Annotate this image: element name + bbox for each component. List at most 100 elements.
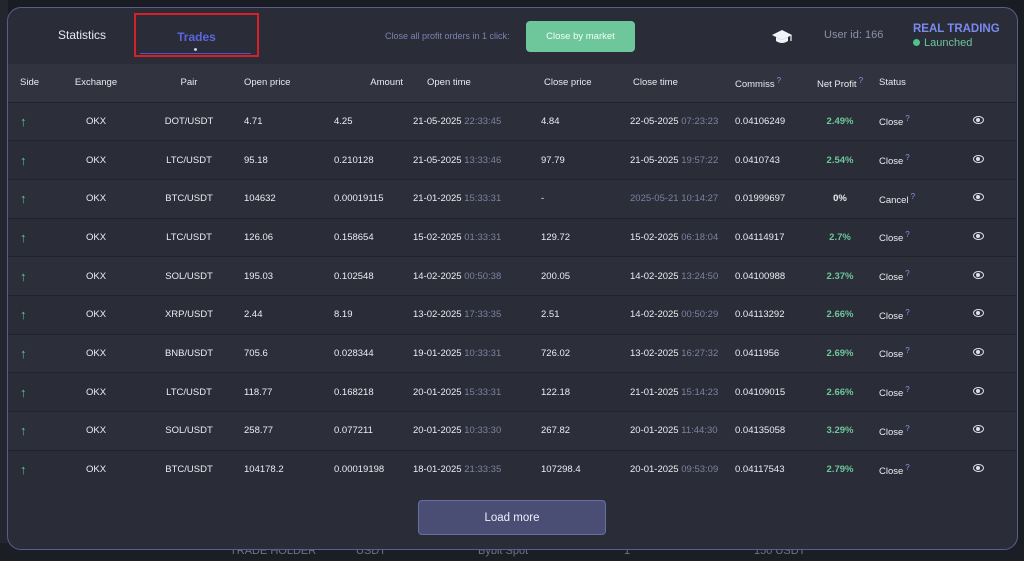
buy-arrow-icon: ↑ (20, 229, 27, 245)
close-all-hint: Close all profit orders in 1 click: (385, 31, 510, 41)
col-status: Status (879, 77, 906, 89)
open-clock: 17:33:35 (464, 309, 502, 321)
help-icon[interactable]: ? (777, 76, 781, 85)
open-date: 18-01-2025 (413, 464, 462, 476)
cell-close-time: 14-02-2025 00:50:29 (630, 295, 735, 334)
cell-exchange: OKX (85, 309, 107, 321)
help-icon[interactable]: ? (905, 308, 909, 317)
open-clock: 15:33:31 (464, 386, 502, 398)
cell-open-price: 195.03 (244, 270, 274, 282)
help-icon[interactable]: ? (911, 192, 915, 201)
cell-close-time: 14-02-2025 13:24:50 (630, 257, 735, 296)
cell-pair: DOT/USDT (164, 115, 214, 127)
cell-exchange: OKX (85, 270, 107, 282)
eye-icon[interactable] (972, 115, 984, 124)
open-clock: 15:33:31 (464, 193, 502, 205)
help-icon[interactable]: ? (905, 424, 909, 433)
load-more-button[interactable]: Load more (418, 500, 606, 535)
cell-close-time: 15-02-2025 06:18:04 (630, 218, 735, 257)
help-icon[interactable]: ? (859, 76, 863, 85)
cell-close-time: 22-05-2025 07:23:23 (630, 102, 735, 141)
eye-icon[interactable] (972, 193, 984, 202)
close-date: 13-02-2025 (630, 347, 679, 359)
cell-open-time: 21-05-2025 22:33:45 (413, 102, 541, 141)
open-date: 20-01-2025 (413, 425, 462, 437)
cell-actions (936, 179, 1016, 218)
close-clock: 16:27:32 (681, 347, 719, 359)
status-label: Close (879, 426, 904, 438)
graduation-cap-icon[interactable] (771, 28, 793, 46)
cell-open-time: 20-01-2025 15:33:31 (413, 373, 541, 412)
open-clock: 13:33:46 (464, 154, 502, 166)
eye-icon[interactable] (972, 425, 984, 434)
eye-icon[interactable] (972, 154, 984, 163)
cell-exchange: OKX (85, 154, 107, 166)
cell-actions (936, 218, 1016, 257)
cell-amount: 0.102548 (334, 270, 374, 282)
status-label: Close (879, 156, 904, 168)
cell-close-price: 2.51 (541, 309, 560, 321)
buy-arrow-icon: ↑ (20, 268, 27, 284)
tab-trades[interactable]: Trades (134, 13, 259, 57)
eye-icon[interactable] (972, 386, 984, 395)
cell-close-time: 21-05-2025 19:57:22 (630, 141, 735, 180)
cell-open-price: 118.77 (244, 386, 273, 398)
close-clock: 07:23:23 (681, 115, 719, 127)
cell-status: Close? (873, 373, 936, 412)
cell-status: Close? (873, 141, 936, 180)
cell-commission: 0.01999697 (735, 193, 786, 205)
help-icon[interactable]: ? (905, 230, 909, 239)
close-clock: 06:18:04 (681, 231, 719, 243)
cell-amount: 0.168218 (334, 386, 374, 398)
cell-close-price: - (541, 193, 545, 205)
tab-trades-label: Trades (177, 30, 216, 44)
cell-net-profit: 2.66% (826, 386, 854, 398)
help-icon[interactable]: ? (905, 269, 909, 278)
cell-actions (936, 334, 1016, 373)
help-icon[interactable]: ? (905, 346, 909, 355)
help-icon[interactable]: ? (905, 153, 909, 162)
trades-table: Side Exchange Pair Open price Amount Ope… (8, 64, 1016, 489)
help-icon[interactable]: ? (905, 385, 909, 394)
cell-open-price: 95.18 (244, 154, 268, 166)
eye-icon[interactable] (972, 464, 984, 473)
cell-actions (936, 412, 1016, 451)
cell-net-profit: 2.69% (826, 347, 854, 359)
close-clock: 00:50:29 (681, 309, 719, 321)
close-by-market-button[interactable]: Close by market (526, 21, 635, 52)
cell-net-profit: 2.37% (826, 270, 854, 282)
cell-commission: 0.04106249 (735, 115, 786, 127)
cell-open-price: 126.06 (244, 231, 274, 243)
buy-arrow-icon: ↑ (20, 113, 27, 129)
cell-pair: BTC/USDT (165, 464, 213, 476)
cell-status: Close? (873, 218, 936, 257)
help-icon[interactable]: ? (905, 463, 909, 472)
help-icon[interactable]: ? (905, 114, 909, 123)
cell-commission: 0.04117543 (735, 464, 785, 476)
close-date: 21-05-2025 (630, 154, 679, 166)
cell-amount: 0.00019115 (334, 193, 384, 205)
tab-statistics[interactable]: Statistics (58, 28, 106, 42)
eye-icon[interactable] (972, 309, 984, 318)
cell-close-time: 20-01-2025 09:53:09 (630, 450, 735, 489)
close-date: 22-05-2025 (630, 115, 679, 127)
eye-icon[interactable] (972, 231, 984, 240)
eye-icon[interactable] (972, 347, 984, 356)
cell-amount: 0.158654 (334, 231, 374, 243)
status-label: Close (879, 310, 904, 322)
cell-net-profit: 2.54% (826, 154, 854, 166)
cell-commission: 0.0410743 (735, 154, 780, 166)
table-row: ↑ OKX BTC/USDT 104178.2 0.00019198 18-01-2025… (8, 450, 1016, 489)
cell-open-time: 21-01-2025 15:33:31 (413, 179, 541, 218)
close-date: 14-02-2025 (630, 270, 679, 282)
trading-status: Launched (913, 37, 972, 49)
cell-actions (936, 257, 1016, 296)
cell-close-time: 20-01-2025 11:44:30 (630, 412, 735, 451)
eye-icon[interactable] (972, 270, 984, 279)
cell-close-price: 4.84 (541, 115, 560, 127)
open-date: 13-02-2025 (413, 309, 462, 321)
user-id: User id: 166 (824, 29, 884, 41)
cell-net-profit: 2.79% (826, 464, 854, 476)
cell-open-time: 19-01-2025 10:33:31 (413, 334, 541, 373)
buy-arrow-icon: ↑ (20, 152, 27, 168)
